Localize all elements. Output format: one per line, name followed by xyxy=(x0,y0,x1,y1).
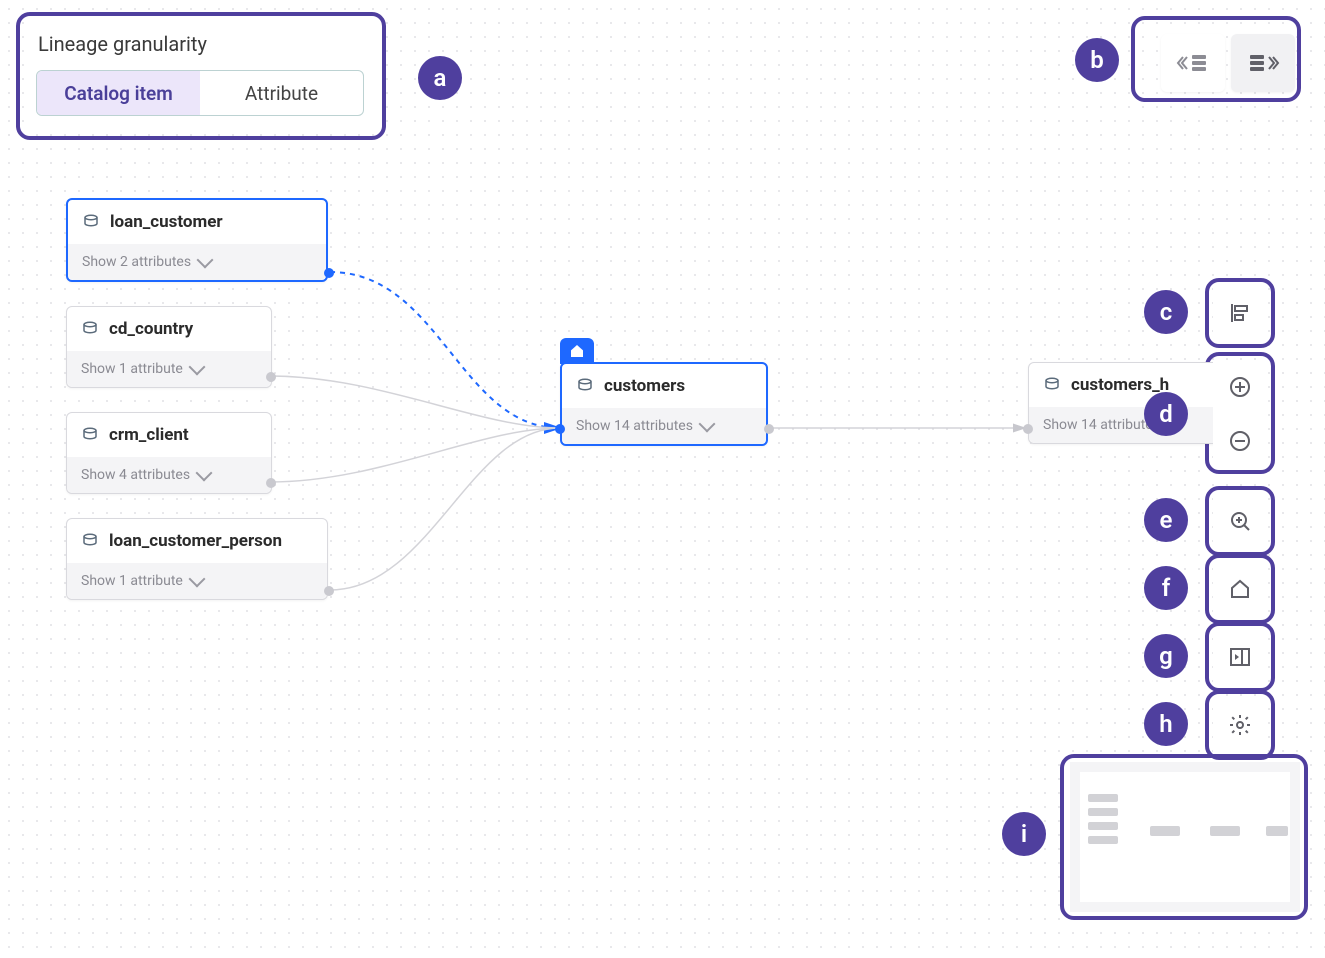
granularity-title: Lineage granularity xyxy=(26,20,374,70)
zoom-out-button[interactable] xyxy=(1213,414,1267,468)
node-attributes-toggle[interactable]: Show 14 attributes xyxy=(1029,407,1235,443)
settings-button[interactable] xyxy=(1213,698,1267,752)
node-loan-customer-person[interactable]: loan_customer_person Show 1 attribute xyxy=(66,518,328,600)
port-out[interactable] xyxy=(266,372,276,382)
port-out[interactable] xyxy=(324,268,334,278)
port-in[interactable] xyxy=(1023,424,1033,434)
node-customers[interactable]: customers Show 14 attributes xyxy=(560,362,768,446)
expand-left-button[interactable] xyxy=(1161,34,1225,92)
node-title: loan_customer xyxy=(110,212,223,232)
align-button[interactable] xyxy=(1213,286,1267,340)
granularity-option-attribute[interactable]: Attribute xyxy=(200,71,363,115)
node-title: customers_h xyxy=(1071,375,1169,395)
toggle-side-panel-button[interactable] xyxy=(1213,630,1267,684)
node-title: crm_client xyxy=(109,425,189,445)
port-in[interactable] xyxy=(555,424,565,434)
node-loan-customer[interactable]: loan_customer Show 2 attributes xyxy=(66,198,328,282)
table-icon xyxy=(81,532,99,550)
granularity-panel: Lineage granularity Catalog item Attribu… xyxy=(26,20,374,122)
table-icon xyxy=(1043,376,1061,394)
tool-group-panel xyxy=(1213,630,1267,684)
chevron-down-icon xyxy=(698,416,715,433)
expand-left-icon xyxy=(1175,49,1211,77)
node-attributes-toggle[interactable]: Show 1 attribute xyxy=(67,351,271,387)
home-button[interactable] xyxy=(1213,562,1267,616)
node-attributes-toggle[interactable]: Show 1 attribute xyxy=(67,563,327,599)
minimap[interactable] xyxy=(1070,762,1300,912)
node-attributes-toggle[interactable]: Show 14 attributes xyxy=(562,408,766,444)
expand-right-icon xyxy=(1245,49,1281,77)
expand-right-button[interactable] xyxy=(1231,34,1295,92)
port-out[interactable] xyxy=(764,424,774,434)
fit-view-button[interactable] xyxy=(1213,494,1267,548)
node-cd-country[interactable]: cd_country Show 1 attribute xyxy=(66,306,272,388)
tool-group-zoom xyxy=(1213,360,1267,468)
panel-collapse-icon xyxy=(1228,645,1252,669)
annotation-badge-i: i xyxy=(1002,812,1046,856)
tool-group-align xyxy=(1213,286,1267,340)
annotation-badge-h: h xyxy=(1144,702,1188,746)
tool-group-fit xyxy=(1213,494,1267,548)
zoom-in-button[interactable] xyxy=(1213,360,1267,414)
align-left-icon xyxy=(1228,301,1252,325)
table-icon xyxy=(82,213,100,231)
node-title: cd_country xyxy=(109,319,193,339)
chevron-down-icon xyxy=(196,465,213,482)
home-icon xyxy=(569,343,585,359)
node-attributes-toggle[interactable]: Show 2 attributes xyxy=(68,244,326,280)
expand-controls xyxy=(1149,24,1307,102)
gear-icon xyxy=(1228,713,1252,737)
port-out[interactable] xyxy=(324,586,334,596)
annotation-badge-b: b xyxy=(1075,38,1119,82)
home-icon xyxy=(1228,577,1252,601)
granularity-segmented: Catalog item Attribute xyxy=(36,70,364,116)
node-title: loan_customer_person xyxy=(109,531,282,551)
annotation-badge-c: c xyxy=(1144,290,1188,334)
zoom-in-icon xyxy=(1228,375,1252,399)
node-attributes-toggle[interactable]: Show 4 attributes xyxy=(67,457,271,493)
tool-group-settings xyxy=(1213,698,1267,752)
node-crm-client[interactable]: crm_client Show 4 attributes xyxy=(66,412,272,494)
table-icon xyxy=(576,377,594,395)
tool-group-home xyxy=(1213,562,1267,616)
table-icon xyxy=(81,320,99,338)
minimap-viewport xyxy=(1080,772,1290,902)
granularity-option-catalog-item[interactable]: Catalog item xyxy=(37,71,200,115)
node-customers-h[interactable]: customers_h Show 14 attributes xyxy=(1028,362,1236,444)
chevron-down-icon xyxy=(188,359,205,376)
node-title: customers xyxy=(604,376,685,396)
chevron-down-icon xyxy=(197,252,214,269)
annotation-badge-g: g xyxy=(1144,634,1188,678)
table-icon xyxy=(81,426,99,444)
annotation-badge-f: f xyxy=(1144,566,1188,610)
fit-view-icon xyxy=(1228,509,1252,533)
chevron-down-icon xyxy=(188,571,205,588)
port-out[interactable] xyxy=(266,478,276,488)
annotation-badge-d: d xyxy=(1144,392,1188,436)
zoom-out-icon xyxy=(1228,429,1252,453)
annotation-badge-a: a xyxy=(418,56,462,100)
annotation-badge-e: e xyxy=(1144,498,1188,542)
home-tab xyxy=(560,338,594,364)
